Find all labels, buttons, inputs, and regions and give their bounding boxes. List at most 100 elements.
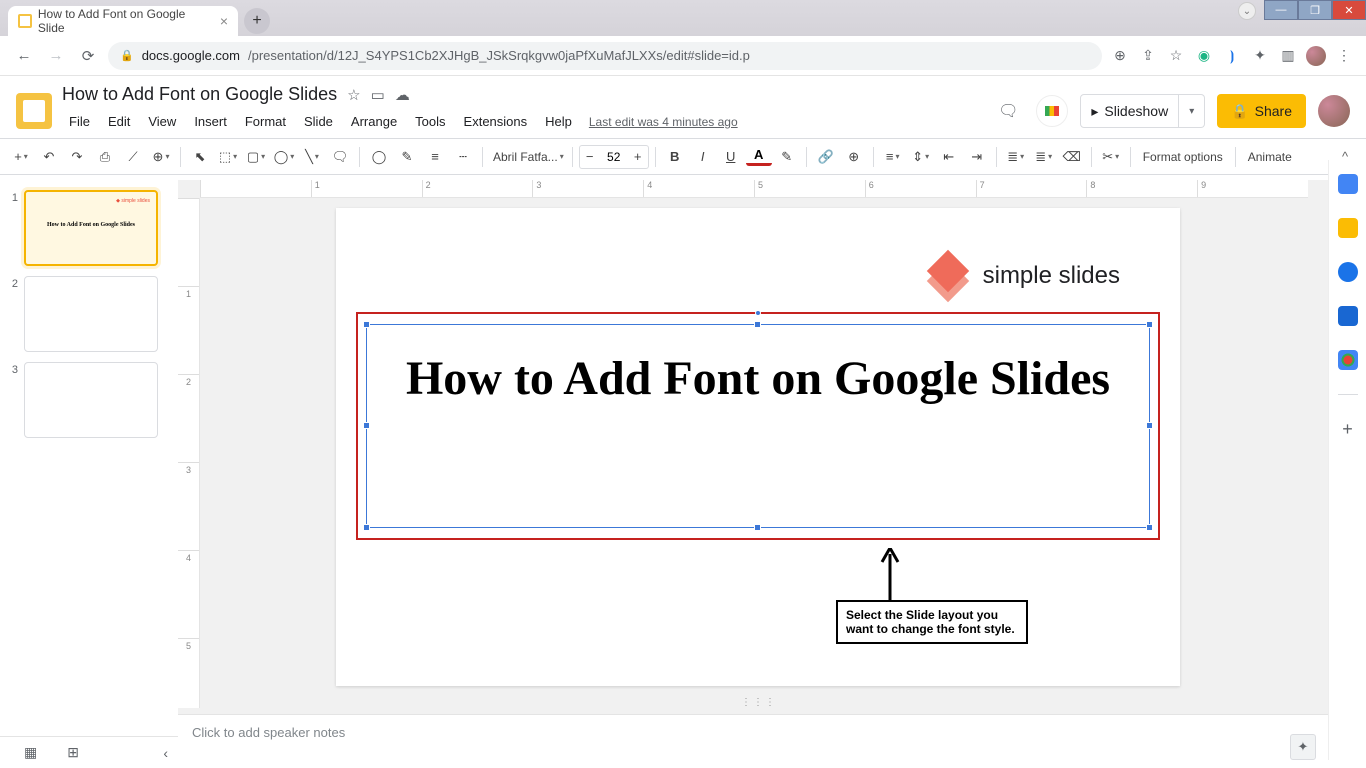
add-addon-button[interactable]: +	[1342, 419, 1353, 440]
window-minimize-button[interactable]: —	[1264, 0, 1298, 20]
document-title[interactable]: How to Add Font on Google Slides	[62, 84, 337, 105]
address-bar[interactable]: 🔒 docs.google.com/presentation/d/12J_S4Y…	[108, 42, 1102, 70]
forward-button[interactable]: →	[44, 47, 68, 64]
border-weight-button[interactable]: ≡	[422, 144, 448, 170]
rotation-handle[interactable]	[755, 310, 761, 316]
redo-button[interactable]: ↷	[64, 144, 90, 170]
shape-button[interactable]: ◯	[271, 144, 297, 170]
last-edit-link[interactable]: Last edit was 4 minutes ago	[589, 115, 738, 129]
border-dash-button[interactable]: ┄	[450, 144, 476, 170]
slides-logo-icon[interactable]	[16, 93, 52, 129]
window-close-button[interactable]: ✕	[1332, 0, 1366, 20]
calendar-icon[interactable]	[1338, 174, 1358, 194]
account-avatar-icon[interactable]	[1318, 95, 1350, 127]
slide-canvas[interactable]: simple slides How to Add Font on Google …	[336, 208, 1180, 686]
contacts-icon[interactable]	[1338, 306, 1358, 326]
chrome-menu-icon[interactable]: ⋮	[1334, 47, 1354, 64]
new-slide-button[interactable]: +	[8, 144, 34, 170]
side-panel-icon[interactable]: ▥	[1278, 47, 1298, 64]
resize-handle[interactable]	[363, 524, 370, 531]
title-text-box[interactable]: How to Add Font on Google Slides	[366, 324, 1150, 528]
clear-formatting-button[interactable]: ⌫	[1059, 144, 1085, 170]
undo-button[interactable]: ↶	[36, 144, 62, 170]
extension-cast-icon[interactable]: ⦘	[1222, 47, 1242, 64]
line-button[interactable]: ╲	[299, 144, 325, 170]
resize-handle[interactable]	[754, 321, 761, 328]
add-comment-button[interactable]: ⊕	[841, 144, 867, 170]
menu-format[interactable]: Format	[238, 111, 293, 132]
text-color-button[interactable]: A	[746, 148, 772, 166]
menu-file[interactable]: File	[62, 111, 97, 132]
indent-decrease-button[interactable]: ⇤	[936, 144, 962, 170]
menu-view[interactable]: View	[141, 111, 183, 132]
explore-button[interactable]: ✦	[1290, 734, 1316, 760]
resize-handle[interactable]	[1146, 422, 1153, 429]
select-tool-button[interactable]: ⬉	[187, 144, 213, 170]
comment-button[interactable]: 🗨	[327, 144, 353, 170]
slide-thumbnail-2[interactable]	[24, 276, 158, 352]
slide-thumbnail-3[interactable]	[24, 362, 158, 438]
border-color-button[interactable]: ✎	[394, 144, 420, 170]
speaker-notes[interactable]: Click to add speaker notes	[178, 714, 1328, 768]
tasks-icon[interactable]	[1338, 262, 1358, 282]
menu-edit[interactable]: Edit	[101, 111, 137, 132]
meet-button[interactable]	[1036, 95, 1068, 127]
cloud-status-icon[interactable]: ☁	[395, 86, 410, 104]
align-button[interactable]: ≡	[880, 144, 906, 170]
collapse-filmstrip-button[interactable]: ‹	[163, 745, 168, 761]
reload-button[interactable]: ⟳	[76, 47, 100, 65]
grid-view-button[interactable]: ⊞	[67, 744, 79, 761]
resize-handle[interactable]	[363, 321, 370, 328]
install-icon[interactable]: ⇪	[1138, 47, 1158, 64]
resize-handle[interactable]	[363, 422, 370, 429]
bold-button[interactable]: B	[662, 144, 688, 170]
zoom-button[interactable]: ⊕	[148, 144, 174, 170]
indent-increase-button[interactable]: ⇥	[964, 144, 990, 170]
browser-tab[interactable]: How to Add Font on Google Slide ×	[8, 6, 238, 36]
extension-grammarly-icon[interactable]: ◉	[1194, 47, 1214, 64]
speaker-notes-drag-handle[interactable]: ⋮⋮⋮	[741, 697, 777, 708]
slideshow-button[interactable]: ▸ Slideshow	[1080, 94, 1179, 128]
star-icon[interactable]: ☆	[347, 86, 360, 104]
font-size-input[interactable]: 52	[600, 150, 628, 164]
vertical-ruler[interactable]: 1 2 3 4 5	[178, 198, 200, 708]
paint-format-button[interactable]: ⟋	[120, 144, 146, 170]
font-size-increase-button[interactable]: +	[628, 149, 648, 164]
move-icon[interactable]: ▭	[371, 86, 385, 104]
line-spacing-button[interactable]: ⇕	[908, 144, 934, 170]
keep-icon[interactable]	[1338, 218, 1358, 238]
animate-button[interactable]: Animate	[1242, 150, 1298, 164]
format-options-button[interactable]: Format options	[1137, 150, 1229, 164]
slideshow-dropdown[interactable]: ▾	[1179, 94, 1205, 128]
bulleted-list-button[interactable]: ≣	[1003, 144, 1029, 170]
share-button[interactable]: 🔒 Share	[1217, 94, 1306, 128]
image-button[interactable]: ▢	[243, 144, 269, 170]
resize-handle[interactable]	[754, 524, 761, 531]
menu-slide[interactable]: Slide	[297, 111, 340, 132]
resize-handle[interactable]	[1146, 321, 1153, 328]
back-button[interactable]: ←	[12, 47, 36, 64]
window-maximize-button[interactable]: ❐	[1298, 0, 1332, 20]
maps-icon[interactable]	[1338, 350, 1358, 370]
font-size-decrease-button[interactable]: −	[580, 149, 600, 164]
underline-button[interactable]: U	[718, 144, 744, 170]
mask-image-button[interactable]: ✂	[1098, 144, 1124, 170]
account-chip[interactable]: ⌄	[1238, 2, 1256, 20]
highlight-button[interactable]: ✎	[774, 144, 800, 170]
menu-insert[interactable]: Insert	[187, 111, 234, 132]
horizontal-ruler[interactable]: 1 2 3 4 5 6 7 8 9	[200, 180, 1308, 198]
new-tab-button[interactable]: +	[244, 8, 270, 34]
extensions-puzzle-icon[interactable]: ✦	[1250, 47, 1270, 64]
textbox-button[interactable]: ⬚	[215, 144, 241, 170]
italic-button[interactable]: I	[690, 144, 716, 170]
menu-help[interactable]: Help	[538, 111, 579, 132]
filmstrip-view-button[interactable]: ▦	[24, 744, 37, 761]
bookmark-star-icon[interactable]: ☆	[1166, 47, 1186, 64]
resize-handle[interactable]	[1146, 524, 1153, 531]
numbered-list-button[interactable]: ≣	[1031, 144, 1057, 170]
tab-close-icon[interactable]: ×	[220, 13, 228, 29]
profile-avatar-icon[interactable]	[1306, 46, 1326, 66]
menu-tools[interactable]: Tools	[408, 111, 452, 132]
slide-thumbnail-1[interactable]: ◆ simple slides How to Add Font on Googl…	[24, 190, 158, 266]
print-button[interactable]: ⎙	[92, 144, 118, 170]
